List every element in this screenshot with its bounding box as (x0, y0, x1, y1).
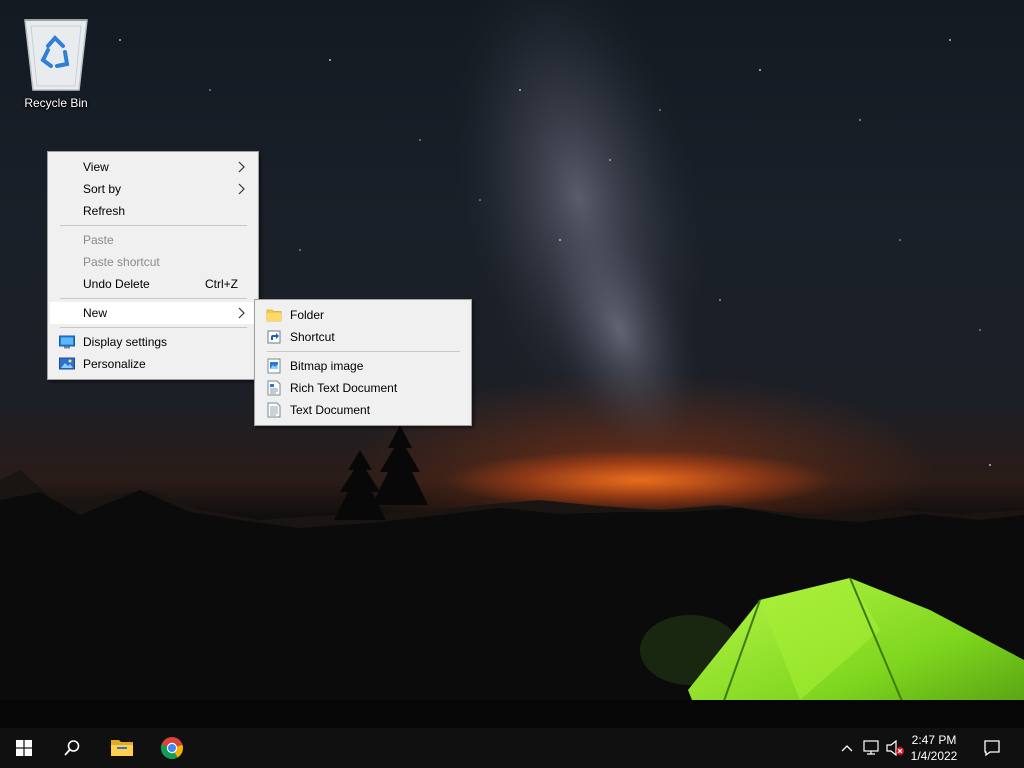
network-button[interactable] (859, 728, 883, 768)
menu-item-label: Paste (83, 233, 114, 247)
menu-separator (60, 225, 247, 226)
menu-item-sort-by[interactable]: Sort by (50, 178, 256, 200)
menu-item-view[interactable]: View (50, 156, 256, 178)
notification-icon (984, 740, 1000, 757)
desktop-context-menu: View Sort by Refresh Paste Paste shortcu… (47, 151, 259, 380)
menu-item-label: Personalize (83, 357, 146, 371)
clock-date: 1/4/2022 (910, 749, 958, 763)
menu-item-paste-shortcut: Paste shortcut (50, 251, 256, 273)
submenu-item-folder[interactable]: Folder (257, 304, 469, 326)
menu-item-display-settings[interactable]: Display settings (50, 331, 256, 353)
menu-separator (267, 351, 460, 352)
menu-item-label: Bitmap image (290, 359, 364, 373)
volume-muted-icon (886, 740, 904, 756)
clock-time: 2:47 PM (911, 733, 957, 747)
search-icon (64, 740, 80, 756)
rich-text-document-icon (267, 380, 281, 396)
submenu-item-text-document[interactable]: Text Document (257, 399, 469, 421)
menu-item-new[interactable]: New (50, 302, 256, 324)
folder-icon (266, 309, 282, 322)
network-icon (863, 740, 879, 755)
submenu-item-shortcut[interactable]: Shortcut (257, 326, 469, 348)
recycle-bin-shortcut[interactable]: Recycle Bin (14, 8, 98, 110)
shortcut-icon (267, 330, 281, 344)
shortcut-hint: Ctrl+Z (205, 277, 238, 291)
menu-item-label: Refresh (83, 204, 126, 218)
menu-item-refresh[interactable]: Refresh (50, 200, 256, 222)
taskbar: 2:47 PM 1/4/2022 (0, 728, 1024, 768)
menu-item-label: Sort by (83, 182, 122, 196)
menu-item-undo-delete[interactable]: Undo Delete Ctrl+Z (50, 273, 256, 295)
menu-item-label: View (83, 160, 109, 174)
show-hidden-icons-button[interactable] (836, 728, 858, 768)
menu-item-label: Undo Delete (83, 277, 150, 291)
new-submenu: Folder Shortcut Bitmap image Rich Text D… (254, 299, 472, 426)
menu-item-label: Text Document (290, 403, 371, 417)
menu-item-paste: Paste (50, 229, 256, 251)
file-explorer-button[interactable] (98, 728, 146, 768)
menu-separator (60, 327, 247, 328)
personalize-icon (59, 357, 75, 370)
text-document-icon (267, 402, 281, 418)
chevron-right-icon (238, 161, 245, 173)
system-clock[interactable]: 2:47 PM 1/4/2022 (904, 732, 964, 764)
action-center-button[interactable] (976, 728, 1008, 768)
menu-item-label: Display settings (83, 335, 168, 349)
menu-item-label: Paste shortcut (83, 255, 160, 269)
chevron-up-icon (841, 745, 853, 752)
recycle-bin-label: Recycle Bin (24, 96, 88, 110)
menu-item-label: Folder (290, 308, 325, 322)
menu-item-personalize[interactable]: Personalize (50, 353, 256, 375)
menu-separator (60, 298, 247, 299)
chevron-right-icon (238, 307, 245, 319)
start-icon (16, 740, 32, 756)
search-button[interactable] (48, 728, 96, 768)
chrome-icon (160, 737, 183, 759)
chevron-right-icon (238, 183, 245, 195)
submenu-item-rich-text-document[interactable]: Rich Text Document (257, 377, 469, 399)
start-button[interactable] (0, 728, 48, 768)
menu-item-label: Shortcut (290, 330, 335, 344)
recycle-bin-icon (24, 19, 88, 91)
file-explorer-icon (111, 740, 133, 756)
menu-item-label: New (83, 306, 108, 320)
display-settings-icon (59, 335, 75, 349)
submenu-item-bitmap-image[interactable]: Bitmap image (257, 355, 469, 377)
chrome-button[interactable] (148, 728, 196, 768)
menu-item-label: Rich Text Document (290, 381, 398, 395)
bitmap-image-icon (267, 358, 281, 374)
